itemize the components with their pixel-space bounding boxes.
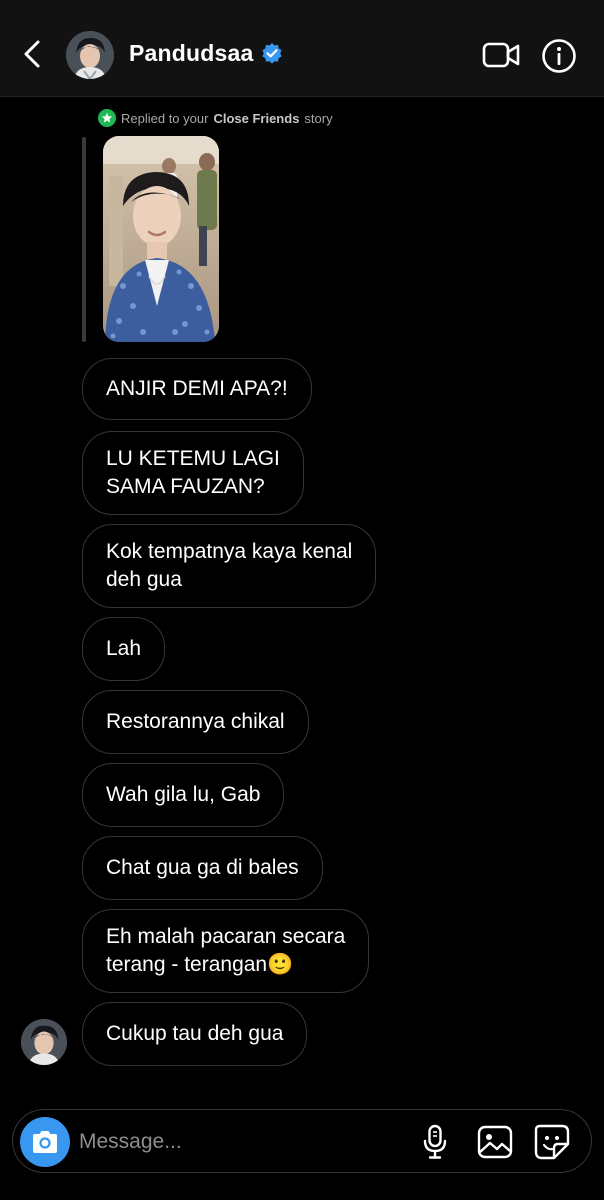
sender-avatar[interactable] bbox=[21, 1019, 67, 1065]
reply-label-prefix: Replied to your bbox=[121, 110, 209, 126]
back-arrow-icon[interactable] bbox=[18, 36, 48, 72]
header-avatar[interactable] bbox=[66, 31, 114, 79]
message-bubble[interactable]: LU KETEMU LAGI SAMA FAUZAN? bbox=[82, 431, 304, 515]
message-text: Restorannya chikal bbox=[106, 710, 285, 733]
message-text: Chat gua ga di bales bbox=[106, 856, 299, 879]
story-reply-label: Replied to your Close Friends story bbox=[98, 109, 333, 127]
reply-label-suffix: story bbox=[304, 110, 333, 126]
message-bubble[interactable]: Wah gila lu, Gab bbox=[82, 763, 285, 827]
camera-icon bbox=[33, 1131, 57, 1153]
message-bubble[interactable]: Chat gua ga di bales bbox=[82, 836, 323, 900]
message-composer bbox=[12, 1109, 592, 1173]
chat-header: Pandudsaa bbox=[0, 0, 604, 97]
reply-label-close-friends: Close Friends bbox=[213, 110, 300, 126]
video-call-icon[interactable] bbox=[481, 38, 521, 72]
message-bubble[interactable]: Restorannya chikal bbox=[82, 690, 309, 754]
message-bubble[interactable]: Eh malah pacaran secara terang - teranga… bbox=[82, 909, 370, 993]
message-text-line: terang - terangan🙂 bbox=[106, 953, 294, 976]
message-text: Lah bbox=[106, 637, 142, 660]
message-input[interactable] bbox=[79, 1122, 399, 1162]
camera-button[interactable] bbox=[20, 1117, 70, 1167]
close-friends-star-icon bbox=[98, 109, 116, 127]
info-icon[interactable] bbox=[541, 38, 577, 74]
gallery-icon[interactable] bbox=[477, 1125, 513, 1159]
microphone-icon[interactable] bbox=[421, 1124, 449, 1160]
chat-username[interactable]: Pandudsaa bbox=[129, 40, 254, 67]
message-text: ANJIR DEMI APA?! bbox=[106, 377, 288, 400]
message-bubble[interactable]: Kok tempatnya kaya kenal deh gua bbox=[82, 524, 377, 608]
message-text-line: LU KETEMU LAGI bbox=[106, 447, 280, 470]
reply-quote-bar bbox=[82, 137, 86, 342]
message-text-line: SAMA FAUZAN? bbox=[106, 475, 265, 498]
story-thumbnail[interactable] bbox=[103, 136, 219, 342]
sticker-icon[interactable] bbox=[534, 1124, 572, 1160]
verified-badge-icon bbox=[262, 43, 282, 64]
message-text-line: deh gua bbox=[106, 568, 182, 591]
message-bubble[interactable]: Cukup tau deh gua bbox=[82, 1002, 308, 1066]
message-bubble[interactable]: ANJIR DEMI APA?! bbox=[82, 358, 312, 420]
message-text-line: Kok tempatnya kaya kenal bbox=[106, 540, 353, 563]
message-text: Cukup tau deh gua bbox=[106, 1022, 284, 1045]
message-bubble[interactable]: Lah bbox=[82, 617, 166, 681]
message-text-line: Eh malah pacaran secara bbox=[106, 925, 346, 948]
message-text: Wah gila lu, Gab bbox=[106, 783, 261, 806]
